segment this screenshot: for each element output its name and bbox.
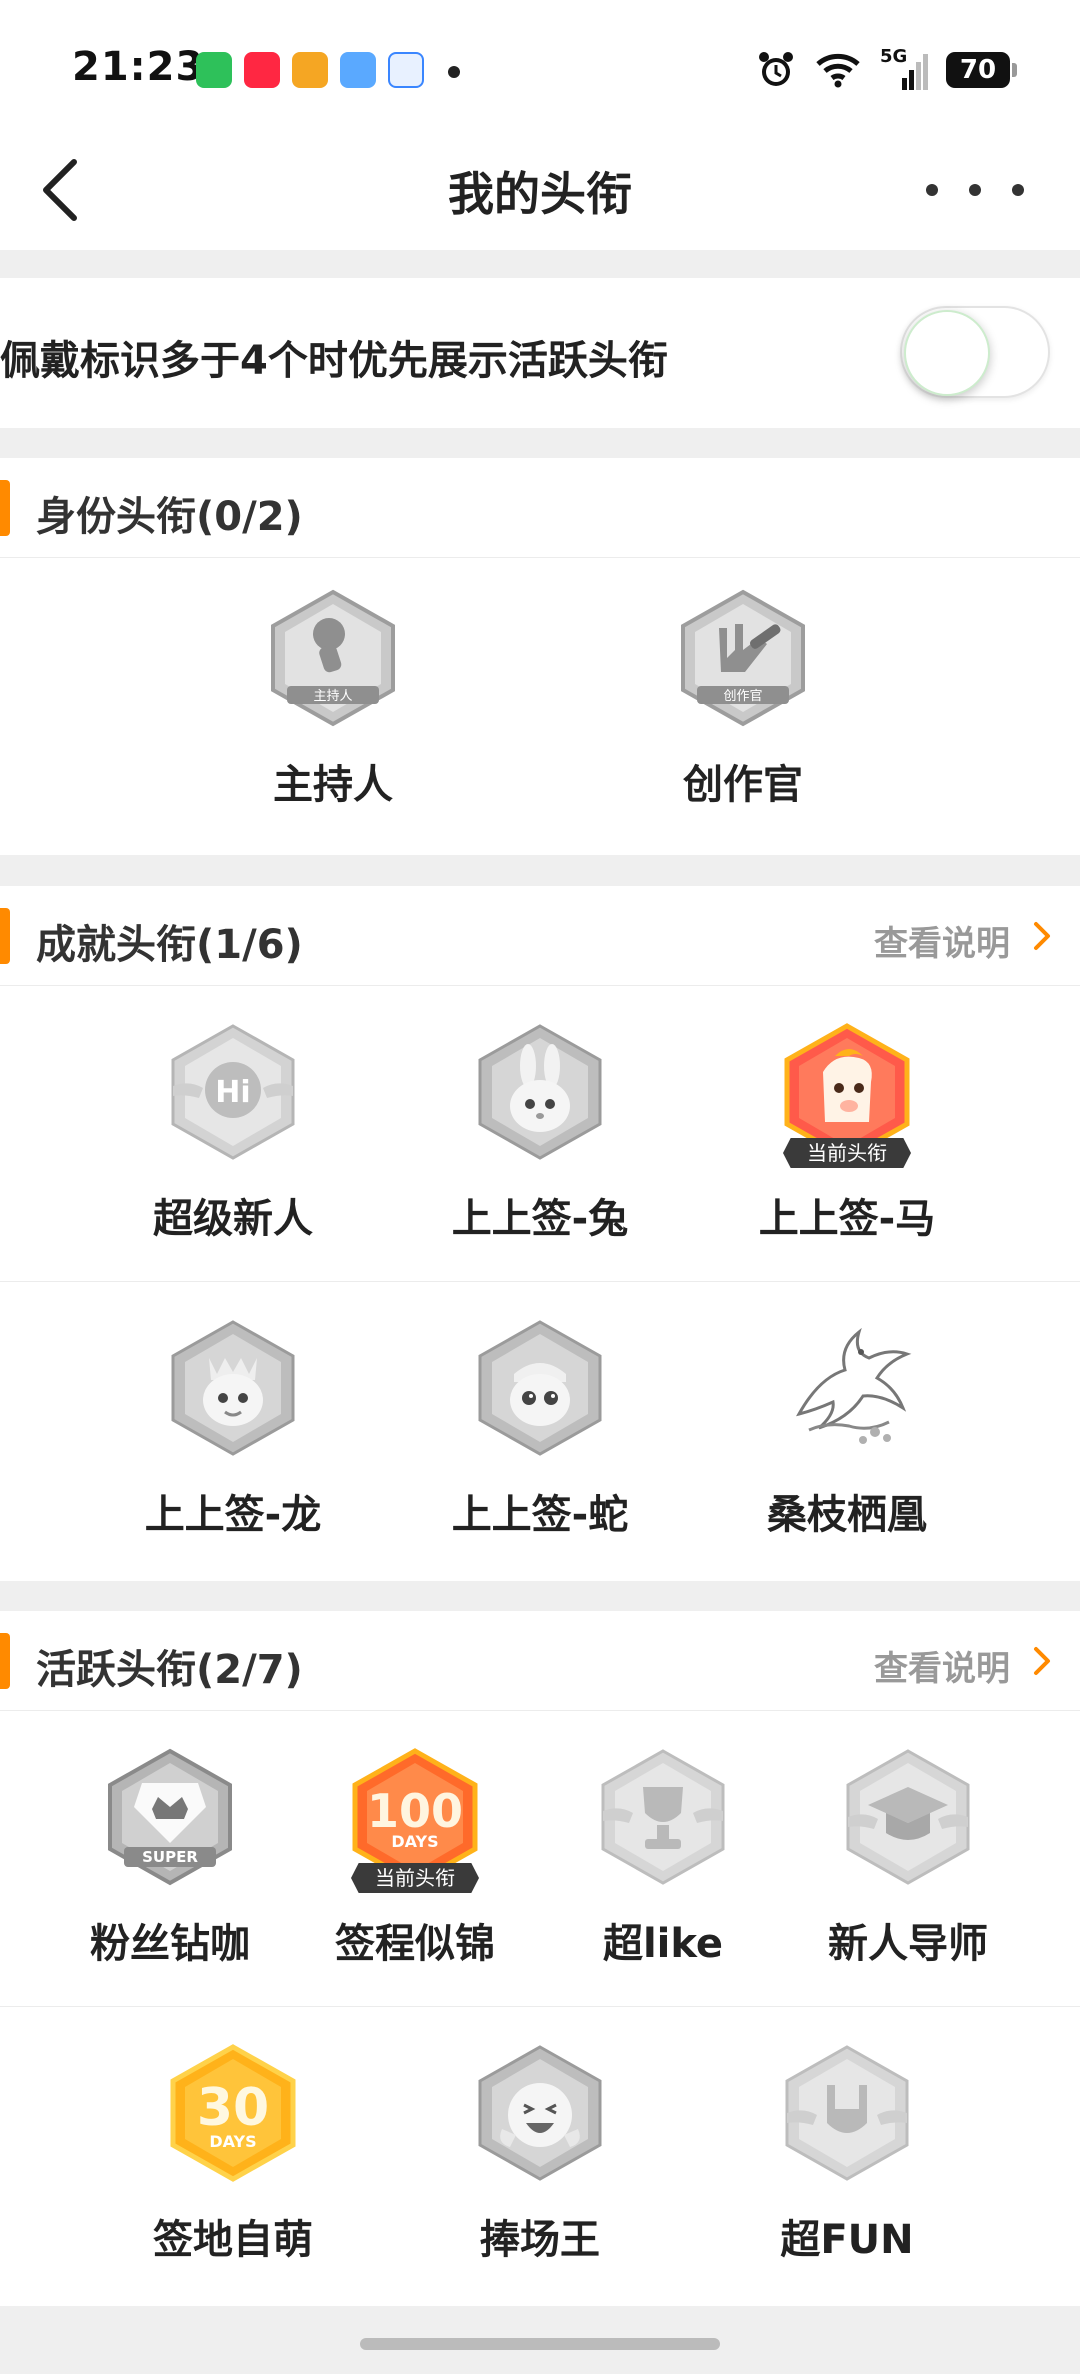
section-accent-bar bbox=[0, 480, 10, 536]
wechat-icon bbox=[196, 52, 232, 88]
title-item-snake[interactable]: 上上签-蛇 bbox=[435, 1318, 645, 1540]
graduation-cap-badge-icon bbox=[846, 1749, 970, 1885]
trophy-badge-icon bbox=[601, 1749, 725, 1885]
more-dot-icon bbox=[926, 184, 938, 196]
title-item-dragon[interactable]: 上上签-龙 bbox=[128, 1318, 338, 1540]
title-item-super-newcomer[interactable]: Hi 超级新人 bbox=[128, 1022, 338, 1244]
wifi-icon bbox=[816, 53, 860, 88]
network-type: 5G bbox=[880, 46, 908, 67]
page-title: 我的头衔 bbox=[448, 167, 632, 221]
title-label: 超like bbox=[602, 1921, 724, 1967]
current-title-ribbon: 当前头衔 bbox=[783, 1138, 911, 1168]
pencil-hand-badge-icon: 创作官 bbox=[681, 589, 805, 727]
more-dot-icon bbox=[1012, 184, 1024, 196]
active-title-priority-setting: 佩戴标识多于4个时优先展示活跃头衔 bbox=[0, 278, 1080, 428]
status-time: 21:23 bbox=[72, 44, 205, 90]
title-item-host[interactable]: 主持人 主持人 bbox=[233, 588, 433, 810]
phoenix-icon bbox=[796, 1327, 912, 1444]
rabbit-badge-icon bbox=[478, 1024, 602, 1160]
hi-badge-icon: Hi bbox=[171, 1024, 295, 1160]
view-explanation-link[interactable]: 查看说明 bbox=[874, 1641, 1010, 1690]
priority-toggle-switch[interactable] bbox=[900, 306, 1050, 398]
title-item-super-like[interactable]: 超like bbox=[563, 1747, 763, 1969]
weather-icon bbox=[340, 52, 376, 88]
badge-text: Hi bbox=[215, 1075, 250, 1110]
title-label: 签程似锦 bbox=[335, 1921, 495, 1967]
dragon-badge-icon bbox=[171, 1320, 295, 1456]
title-item-newbie-mentor[interactable]: 新人导师 bbox=[808, 1747, 1008, 1969]
chevron-right-icon[interactable] bbox=[1024, 918, 1060, 954]
30-days-badge-icon: 30 DAYS bbox=[170, 2044, 296, 2182]
title-label: 上上签-龙 bbox=[144, 1492, 322, 1538]
alarm-icon bbox=[759, 52, 793, 86]
title-item-horse[interactable]: 当前头衔 上上签-马 bbox=[742, 1022, 952, 1244]
title-label: 创作官 bbox=[683, 762, 803, 808]
active-titles-section: 活跃头衔(2/7) 查看说明 SUPER 粉丝钻咖 100 DAYS 当前头衔 … bbox=[0, 1611, 1080, 2306]
section-title: 身份头衔(0/2) bbox=[36, 494, 303, 540]
title-item-cheer-king[interactable]: 捧场王 bbox=[435, 2043, 645, 2265]
cellular-signal-icon: 5G bbox=[880, 46, 928, 90]
current-title-ribbon: 当前头衔 bbox=[351, 1863, 479, 1893]
section-accent-bar bbox=[0, 1633, 10, 1689]
section-title: 成就头衔(1/6) bbox=[36, 922, 303, 968]
more-dot-icon bbox=[969, 184, 981, 196]
achievement-titles-section: 成就头衔(1/6) 查看说明 Hi 超级新人 上上签-兔 当前头衔 上上签-马 … bbox=[0, 886, 1080, 1581]
status-bar: 21:23 5G 70 bbox=[0, 0, 1080, 130]
more-options-button[interactable] bbox=[920, 170, 1030, 210]
section-header: 活跃头衔(2/7) 查看说明 bbox=[0, 1611, 1080, 1711]
title-label: 粉丝钻咖 bbox=[90, 1921, 250, 1967]
badge-subtext: DAYS bbox=[209, 2132, 256, 2151]
microphone-badge-icon: 主持人 bbox=[271, 589, 395, 727]
more-notifications-dot bbox=[448, 66, 460, 78]
title-label: 上上签-蛇 bbox=[451, 1492, 629, 1538]
snake-badge-icon bbox=[478, 1320, 602, 1456]
title-label: 超FUN bbox=[780, 2217, 914, 2263]
browser-icon bbox=[388, 52, 424, 88]
nav-bar: 我的头衔 bbox=[0, 130, 1080, 250]
title-item-phoenix[interactable]: 桑枝栖凰 bbox=[742, 1318, 952, 1540]
battery-indicator: 70 bbox=[946, 52, 1017, 88]
badge-text: 主持人 bbox=[313, 689, 352, 704]
title-label: 上上签-兔 bbox=[451, 1196, 629, 1242]
badge-text: 创作官 bbox=[723, 688, 762, 704]
section-title: 活跃头衔(2/7) bbox=[36, 1647, 303, 1693]
toggle-knob bbox=[904, 310, 990, 396]
title-label: 新人导师 bbox=[828, 1921, 988, 1967]
title-label: 主持人 bbox=[273, 762, 393, 808]
home-indicator[interactable] bbox=[360, 2338, 720, 2350]
view-explanation-link[interactable]: 查看说明 bbox=[874, 916, 1010, 965]
title-item-fan-diamond[interactable]: SUPER 粉丝钻咖 bbox=[70, 1747, 270, 1969]
cheering-face-badge-icon bbox=[478, 2045, 602, 2181]
xiaohongshu-icon bbox=[244, 52, 280, 88]
title-item-creator[interactable]: 创作官 创作官 bbox=[643, 588, 843, 810]
title-label: 超级新人 bbox=[153, 1196, 313, 1242]
rock-hand-badge-icon bbox=[785, 2045, 909, 2181]
title-label: 上上签-马 bbox=[758, 1196, 936, 1242]
badge-text: 100 bbox=[367, 1784, 463, 1838]
weibo-icon bbox=[292, 52, 328, 88]
title-item-sign-100[interactable]: 100 DAYS 当前头衔 签程似锦 bbox=[315, 1747, 515, 1969]
section-header: 身份头衔(0/2) bbox=[0, 458, 1080, 558]
setting-label: 佩戴标识多于4个时优先展示活跃头衔 bbox=[0, 338, 668, 384]
title-label: 捧场王 bbox=[480, 2217, 600, 2263]
section-header: 成就头衔(1/6) 查看说明 bbox=[0, 886, 1080, 986]
badge-text: 30 bbox=[197, 2078, 269, 2138]
super-crown-badge-icon: SUPER bbox=[108, 1748, 232, 1886]
title-label: 签地自萌 bbox=[153, 2217, 313, 2263]
section-accent-bar bbox=[0, 908, 10, 964]
badge-subtext: DAYS bbox=[391, 1832, 438, 1851]
title-item-super-fun[interactable]: 超FUN bbox=[742, 2043, 952, 2265]
title-item-sign-30[interactable]: 30 DAYS 签地自萌 bbox=[128, 2043, 338, 2265]
identity-titles-section: 身份头衔(0/2) 主持人 主持人 创作官 创作官 bbox=[0, 458, 1080, 855]
chevron-right-icon[interactable] bbox=[1024, 1643, 1060, 1679]
title-item-rabbit[interactable]: 上上签-兔 bbox=[435, 1022, 645, 1244]
title-label: 桑枝栖凰 bbox=[767, 1492, 927, 1538]
badge-text: SUPER bbox=[142, 1848, 198, 1866]
